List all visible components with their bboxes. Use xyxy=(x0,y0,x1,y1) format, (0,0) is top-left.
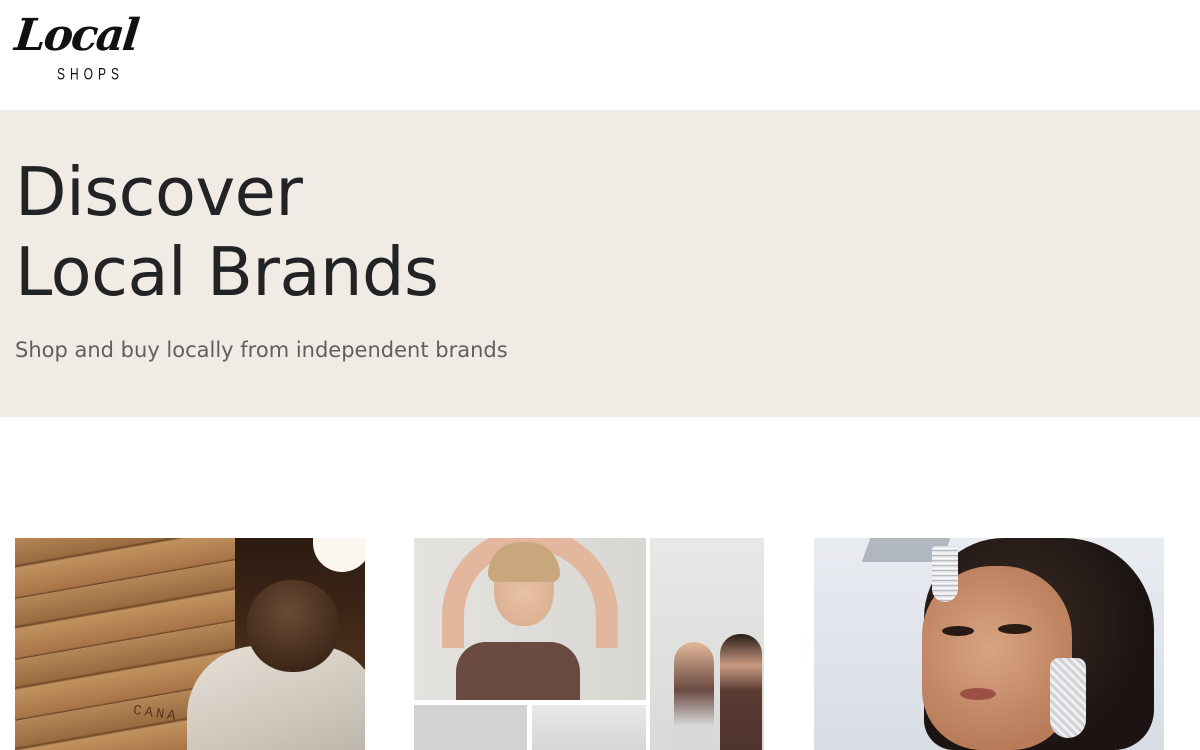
portrait-lips xyxy=(960,688,996,700)
collage-bottom-photo-1 xyxy=(414,705,527,750)
model-figure-1 xyxy=(674,642,714,750)
collage-side-photo xyxy=(650,538,764,750)
chandelier-earring xyxy=(1050,658,1086,738)
person-head xyxy=(247,580,339,672)
local-shops-logo[interactable]: Local SHOPS xyxy=(12,10,140,90)
hero-subtitle: Shop and buy locally from independent br… xyxy=(15,338,508,362)
portrait-eye-left xyxy=(942,626,974,636)
collage-main-photo xyxy=(414,538,646,700)
maang-tikka-jewelry xyxy=(932,546,958,602)
sports-top xyxy=(456,642,580,700)
model-figure-2 xyxy=(720,634,762,750)
logo-subtext: SHOPS xyxy=(57,64,125,84)
collage-bottom-photo-2 xyxy=(532,705,646,750)
card-image-activewear-collage xyxy=(414,538,764,750)
brand-cards: CANA xyxy=(0,538,1200,750)
hero-title-line-1: Discover xyxy=(15,153,303,231)
card-image-bridal-portrait xyxy=(814,538,1164,750)
site-header: Local SHOPS xyxy=(0,0,1200,110)
hero-title-line-2: Local Brands xyxy=(15,233,439,311)
logo-word: Local xyxy=(12,10,141,61)
brand-card-hoodie[interactable]: CANA xyxy=(15,538,365,750)
card-image-hoodie: CANA xyxy=(15,538,365,750)
hero-title: Discover Local Brands xyxy=(15,152,439,312)
hero-banner: Discover Local Brands Shop and buy local… xyxy=(0,110,1200,417)
portrait-eye-right xyxy=(998,624,1032,634)
brand-card-activewear[interactable] xyxy=(414,538,764,750)
brand-card-jewelry[interactable] xyxy=(814,538,1164,750)
